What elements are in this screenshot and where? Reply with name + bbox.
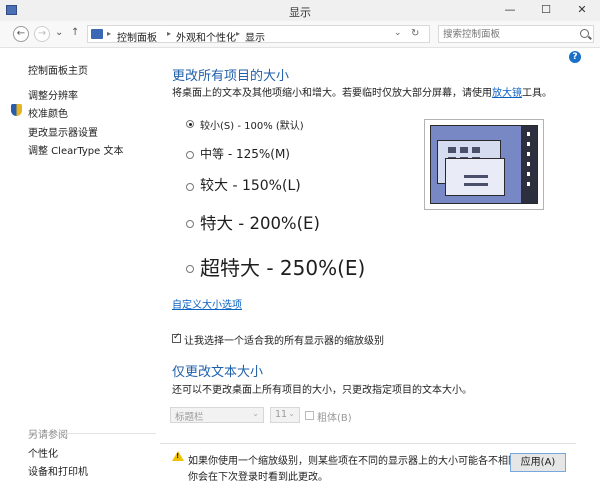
maximize-button[interactable]: ☐ (528, 0, 564, 21)
radio-medium[interactable] (186, 151, 194, 159)
per-display-scaling-label[interactable]: 让我选择一个适合我的所有显示器的缩放级别 (184, 332, 384, 347)
path-separator-icon: ▸ (107, 29, 112, 38)
item-select-value: 标题栏 (175, 412, 204, 423)
sidebar-item-resolution[interactable]: 调整分辨率 (28, 87, 78, 102)
refresh-icon[interactable]: ↻ (411, 28, 419, 39)
warning-icon-mark: ! (176, 452, 180, 460)
description-suffix: 工具。 (522, 88, 552, 99)
minimize-button[interactable]: — (492, 0, 528, 21)
font-size-value: 11 (275, 409, 288, 420)
option-label-medium[interactable]: 中等 - 125%(M) (200, 145, 290, 162)
radio-smaller[interactable] (186, 120, 194, 128)
bold-checkbox[interactable] (305, 411, 314, 420)
option-label-larger[interactable]: 较大 - 150%(L) (200, 175, 301, 195)
recent-locations-chevron-icon[interactable]: ⌄ (55, 27, 63, 38)
preview-screen (430, 125, 538, 204)
sidebar-item-personalization[interactable]: 个性化 (28, 445, 58, 460)
sidebar-home-link[interactable]: 控制面板主页 (28, 62, 88, 77)
search-input[interactable] (443, 27, 571, 41)
bold-label[interactable]: 粗体(B) (317, 409, 352, 424)
search-icon[interactable] (580, 29, 589, 38)
path-history-chevron-icon[interactable]: ⌄ (394, 28, 402, 38)
sidebar-item-devices-printers[interactable]: 设备和打印机 (28, 463, 88, 478)
warning-text-line1: 如果你使用一个缩放级别，则某些项在不同的显示器上的大小可能各不相同。 (188, 456, 528, 467)
magnifier-link[interactable]: 放大镜 (492, 88, 522, 99)
help-icon[interactable]: ? (569, 51, 581, 63)
apply-button[interactable]: 应用(A) (510, 453, 566, 472)
close-button[interactable]: ✕ (564, 0, 600, 21)
preview-window-front (445, 158, 505, 196)
radio-super-large[interactable] (186, 265, 194, 273)
option-label-super-large[interactable]: 超特大 - 250%(E) (200, 252, 365, 281)
bottom-divider (160, 443, 576, 444)
path-box[interactable]: ▸ 控制面板 ▸ 外观和个性化 ▸ 显示 ⌄ ↻ (87, 25, 430, 44)
shield-icon (11, 104, 22, 116)
description-text: 将桌面上的文本及其他项缩小和增大。若要临时仅放大部分屏幕，请使用 (172, 88, 492, 99)
control-panel-icon (91, 29, 103, 39)
preview-start-panel (521, 126, 537, 203)
forward-arrow-icon[interactable]: → (34, 26, 50, 42)
sidebar-item-display-settings[interactable]: 更改显示器设置 (28, 124, 98, 139)
back-arrow-icon[interactable]: ← (13, 26, 29, 42)
option-label-extra-large[interactable]: 特大 - 200%(E) (200, 210, 320, 234)
per-display-scaling-checkbox[interactable] (172, 332, 181, 343)
section-title-change-size: 更改所有项目的大小 (172, 69, 290, 84)
text-size-description: 还可以不更改桌面上所有项目的大小，只更改指定项目的文本大小。 (172, 385, 472, 396)
sidebar-item-cleartype[interactable]: 调整 ClearType 文本 (28, 142, 123, 157)
path-separator-icon: ▸ (167, 29, 172, 38)
chevron-down-icon: ⌄ (252, 409, 259, 418)
warning-text-line2: 你会在下次登录时看到此更改。 (188, 472, 328, 483)
up-arrow-icon[interactable]: ↑ (71, 27, 79, 38)
address-bar: ← → ⌄ ↑ ▸ 控制面板 ▸ 外观和个性化 ▸ 显示 ⌄ ↻ (0, 21, 600, 48)
see-also-divider (64, 433, 156, 434)
radio-larger[interactable] (186, 183, 194, 191)
scaling-preview-image (424, 119, 544, 210)
option-label-smaller[interactable]: 较小(S) - 100% (默认) (200, 117, 304, 132)
title-bar: 显示 — ☐ ✕ (0, 0, 600, 21)
path-separator-icon: ▸ (236, 29, 241, 38)
font-size-dropdown[interactable]: 11 ⌄ (270, 407, 300, 423)
search-box (438, 25, 594, 43)
see-also-heading: 另请参阅 (28, 430, 68, 441)
chevron-down-icon: ⌄ (288, 409, 295, 418)
section-title-text-size: 仅更改文本大小 (172, 365, 264, 380)
custom-size-options-link[interactable]: 自定义大小选项 (172, 296, 242, 311)
breadcrumb-appearance[interactable]: 外观和个性化 (176, 29, 236, 44)
section-description: 将桌面上的文本及其他项缩小和增大。若要临时仅放大部分屏幕，请使用放大镜工具。 (172, 84, 552, 99)
breadcrumb-display[interactable]: 显示 (245, 29, 265, 44)
sidebar-item-calibrate-color[interactable]: 校准颜色 (28, 105, 68, 120)
radio-extra-large[interactable] (186, 220, 194, 228)
breadcrumb-control-panel[interactable]: 控制面板 (117, 29, 157, 44)
item-select-dropdown[interactable]: 标题栏 ⌄ (170, 407, 264, 423)
